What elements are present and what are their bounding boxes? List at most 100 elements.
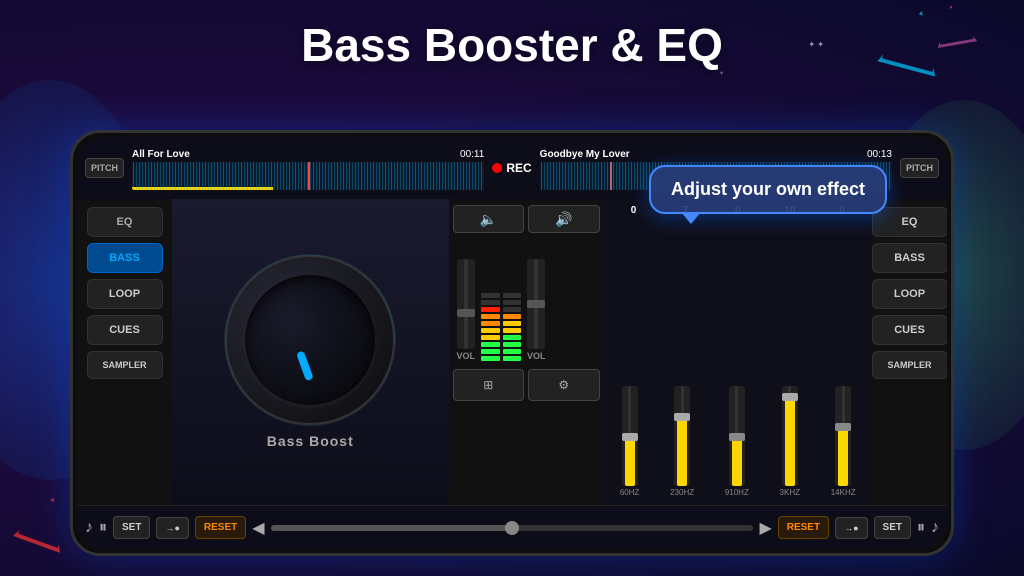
prev-btn[interactable]: ◀: [252, 518, 264, 538]
right-track-info: Goodbye My Lover 00:13: [536, 147, 896, 162]
eq-fill-910hz: [732, 436, 742, 486]
left-arrow-dot-btn[interactable]: →●: [156, 517, 188, 539]
next-btn[interactable]: ▶: [759, 518, 771, 538]
mixer-area: 🔈 🔊 VOL: [449, 199, 604, 505]
mixer-bottom-icons: ⊞ ⚙: [453, 369, 600, 401]
knob-inner: [245, 275, 375, 405]
right-playhead: [610, 162, 612, 190]
speaker-up-btn[interactable]: 🔊: [528, 205, 600, 233]
pitch-left-btn[interactable]: PITCH: [85, 158, 124, 178]
page-title: Bass Booster & EQ: [0, 18, 1024, 72]
rec-label: REC: [506, 161, 531, 175]
right-loop-btn[interactable]: LOOP: [872, 279, 948, 309]
eq-section: 0 7 0 10 0 60HZ: [604, 199, 873, 505]
progress-thumb[interactable]: [505, 521, 519, 535]
eq-thumb-230hz[interactable]: [674, 413, 690, 421]
right-arrow-dot-btn[interactable]: →●: [835, 517, 867, 539]
knob-indicator: [296, 350, 314, 381]
right-sampler-btn[interactable]: SAMPLER: [872, 351, 948, 379]
eq-label-3khz: 3KHZ: [780, 488, 800, 497]
left-music-icon: ♪: [85, 519, 93, 537]
right-cues-btn[interactable]: CUES: [872, 315, 948, 345]
vol-right-group: VOL: [527, 259, 546, 361]
eq-col-14khz: 14KHZ: [831, 386, 856, 497]
vol-left-thumb[interactable]: [457, 309, 475, 317]
right-panel: EQ BASS LOOP CUES SAMPLER: [872, 199, 947, 505]
progress-fill: [271, 525, 512, 531]
eq-fill-60hz: [625, 436, 635, 486]
bass-knob-container[interactable]: [225, 255, 395, 425]
right-track-time: 00:13: [867, 149, 892, 160]
progress-bar[interactable]: [271, 525, 754, 531]
vu-bar-2: [503, 261, 522, 361]
eq-col-230hz: 230HZ: [670, 386, 694, 497]
right-music-icon: ♪: [931, 519, 939, 537]
left-waveform-visual: [132, 162, 484, 190]
left-track-name: All For Love: [132, 149, 190, 160]
vu-bar-1: [481, 261, 500, 361]
eq-col-3khz: 3KHZ: [780, 386, 800, 497]
mixer-grid-btn[interactable]: ⊞: [453, 369, 525, 401]
eq-slider-230hz[interactable]: [674, 386, 690, 486]
left-reset-btn[interactable]: RESET: [195, 516, 246, 539]
vol-left-fader[interactable]: [457, 259, 475, 349]
eq-fill-14khz: [838, 426, 848, 486]
left-panel: EQ BASS LOOP CUES SAMPLER: [77, 199, 172, 505]
left-progress: [132, 187, 273, 190]
eq-sliders-row: 60HZ 230HZ: [608, 218, 869, 501]
eq-slider-3khz[interactable]: [782, 386, 798, 486]
left-sampler-btn[interactable]: SAMPLER: [87, 351, 163, 379]
tooltip-bubble: Adjust your own effect: [649, 165, 887, 214]
eq-col-60hz: 60HZ: [620, 386, 640, 497]
left-track-time: 00:11: [460, 149, 484, 160]
left-set-btn[interactable]: SET: [113, 516, 150, 539]
eq-val-1: 0: [619, 205, 649, 216]
eq-thumb-3khz[interactable]: [782, 393, 798, 401]
eq-thumb-14khz[interactable]: [835, 423, 851, 431]
tooltip-text: Adjust your own effect: [671, 179, 865, 199]
vol-right-label: VOL: [527, 351, 546, 361]
eq-slider-60hz[interactable]: [622, 386, 638, 486]
pitch-right-btn[interactable]: PITCH: [900, 158, 939, 178]
phone-inner: PITCH All For Love 00:11 REC Goodbye My …: [77, 137, 947, 549]
grid-icon: ⊞: [483, 378, 493, 392]
right-pause-btn[interactable]: ⏸: [917, 519, 925, 537]
mixer-top-icons: 🔈 🔊: [453, 205, 600, 233]
left-loop-btn[interactable]: LOOP: [87, 279, 163, 309]
eq-label-60hz: 60HZ: [620, 488, 640, 497]
eq-fill-3khz: [785, 396, 795, 486]
speaker-up-icon: 🔊: [555, 211, 572, 228]
right-set-btn[interactable]: SET: [874, 516, 911, 539]
right-track-name: Goodbye My Lover: [540, 149, 630, 160]
eq-slider-14khz[interactable]: [835, 386, 851, 486]
dj-area: Bass Boost: [172, 199, 449, 505]
speaker-down-btn[interactable]: 🔈: [453, 205, 525, 233]
left-cues-btn[interactable]: CUES: [87, 315, 163, 345]
vol-left-group: VOL: [457, 259, 476, 361]
left-pause-btn[interactable]: ⏸: [99, 519, 107, 537]
left-eq-btn[interactable]: EQ: [87, 207, 163, 237]
phone-frame: PITCH All For Love 00:11 REC Goodbye My …: [70, 130, 954, 556]
eq-slider-910hz[interactable]: [729, 386, 745, 486]
eq-thumb-910hz[interactable]: [729, 433, 745, 441]
eq-label-230hz: 230HZ: [670, 488, 694, 497]
bass-boost-label: Bass Boost: [267, 433, 354, 449]
left-playhead: [308, 162, 310, 190]
rec-button[interactable]: REC: [492, 161, 531, 175]
vol-left-label: VOL: [457, 351, 476, 361]
vu-meter-left: [481, 261, 521, 361]
mixer-settings-btn[interactable]: ⚙: [528, 369, 600, 401]
eq-label-14khz: 14KHZ: [831, 488, 856, 497]
left-bass-btn[interactable]: BASS: [87, 243, 163, 273]
vol-right-fader[interactable]: [527, 259, 545, 349]
eq-thumb-60hz[interactable]: [622, 433, 638, 441]
right-bass-btn[interactable]: BASS: [872, 243, 948, 273]
vol-left-track: [464, 259, 468, 349]
eq-col-910hz: 910HZ: [725, 386, 749, 497]
knob-outer[interactable]: [225, 255, 395, 425]
waveform-left: All For Love 00:11: [128, 137, 488, 199]
right-eq-btn[interactable]: EQ: [872, 207, 948, 237]
eq-label-910hz: 910HZ: [725, 488, 749, 497]
right-reset-btn[interactable]: RESET: [778, 516, 829, 539]
vol-right-thumb[interactable]: [527, 300, 545, 308]
